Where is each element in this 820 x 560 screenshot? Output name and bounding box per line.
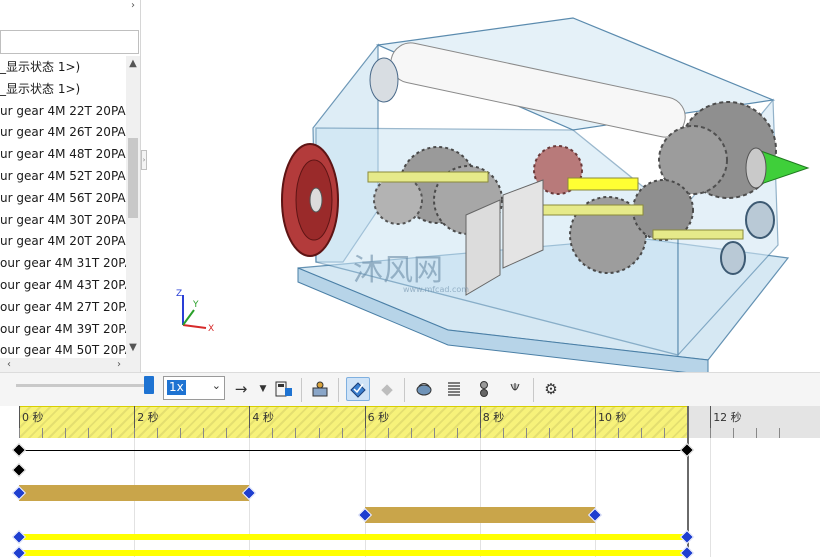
tree-item[interactable]: ur gear 4M 56T 20PA 3: <box>0 187 140 209</box>
play-from-start-icon[interactable]: → <box>231 379 251 399</box>
autokey-icon[interactable] <box>346 377 370 401</box>
ruler-minor-tick <box>203 428 205 438</box>
tree-item[interactable]: ur gear 4M 52T 20PA 5: <box>0 165 140 187</box>
motion-toolbar <box>0 372 820 406</box>
ruler-tick-label: 12 秒 <box>713 411 742 424</box>
ruler-tick-label: 10 秒 <box>598 411 627 424</box>
ruler-minor-tick <box>779 428 781 438</box>
watermark-url: www.mfcad.com <box>403 285 469 294</box>
tree-item[interactable]: ur gear 4M 48T 20PA 5( <box>0 143 140 165</box>
ruler-minor-tick <box>249 428 251 438</box>
tree-item[interactable]: _显示状态 1>) <box>0 78 80 100</box>
triad-y-label: Y <box>192 300 199 310</box>
ruler-minor-tick <box>664 428 666 438</box>
ruler-minor-tick <box>410 428 412 438</box>
ruler-minor-tick <box>364 428 366 438</box>
dropdown-arrow-icon[interactable]: ▼ <box>253 379 273 399</box>
motor-icon[interactable] <box>414 379 434 399</box>
gearbox-assembly-model[interactable]: 沐风网 www.mfcad.com Z X Y <box>148 0 820 372</box>
chevron-down-icon[interactable]: ⌄ <box>212 379 221 392</box>
ruler-tick-label: 0 秒 <box>22 411 44 424</box>
triad-x-label: X <box>208 324 214 334</box>
toolbar-separator <box>338 378 339 402</box>
ruler-minor-tick <box>595 428 596 438</box>
timeline-track-bar[interactable] <box>19 534 688 540</box>
tree-item[interactable]: ur gear 4M 26T 20PA 4( <box>0 121 140 143</box>
ruler-minor-tick <box>710 428 712 438</box>
ruler-minor-tick <box>88 428 90 438</box>
playback-speed-select[interactable]: 1x ⌄ <box>163 376 225 400</box>
results-and-plots-icon[interactable]: ⚙ <box>541 379 561 399</box>
tree-item[interactable]: ur gear 4M 30T 20PA 5( <box>0 209 140 231</box>
spring-icon[interactable] <box>444 379 464 399</box>
scroll-down-icon[interactable]: ▼ <box>126 342 140 353</box>
ruler-minor-tick <box>341 428 343 438</box>
ruler-minor-tick <box>525 428 527 438</box>
scroll-right-icon[interactable]: › <box>112 359 126 370</box>
timeline-ruler[interactable] <box>19 406 687 438</box>
playback-speed-slider[interactable] <box>16 384 148 387</box>
gravity-icon[interactable] <box>505 379 525 399</box>
chevron-right-icon[interactable]: › <box>126 0 140 11</box>
ruler-minor-tick <box>226 428 228 438</box>
ruler-minor-tick <box>618 428 620 438</box>
feature-tree-panel: › _显示状态 1>) _显示状态 1>) ur gear 4M 22T 20PA … <box>0 0 141 372</box>
contact-icon[interactable] <box>474 379 494 399</box>
reference-triad-icon: Z X Y <box>176 289 214 334</box>
ruler-tick-label: 8 秒 <box>482 411 505 424</box>
graphics-viewport[interactable]: 沐风网 www.mfcad.com Z X Y <box>148 0 820 372</box>
ruler-tick-label: 2 秒 <box>137 411 159 424</box>
tree-scroll-thumb[interactable] <box>128 138 138 218</box>
motion-study-properties-icon[interactable] <box>310 379 330 399</box>
ruler-tick-label: 4 秒 <box>252 411 274 424</box>
toolbar-separator <box>301 378 302 402</box>
ruler-minor-tick <box>479 428 481 438</box>
ruler-minor-tick <box>134 428 136 438</box>
save-animation-icon[interactable] <box>274 379 294 399</box>
tree-item[interactable]: _显示状态 1>) <box>0 56 80 78</box>
ruler-minor-tick <box>756 428 758 438</box>
scroll-left-icon[interactable]: ‹ <box>2 359 16 370</box>
tree-item[interactable]: ur gear 4M 20T 20PA 4: <box>0 230 140 252</box>
timeline-track-bar[interactable] <box>364 507 595 523</box>
timeline-gridline <box>710 438 712 557</box>
playback-speed-slider-thumb[interactable] <box>144 376 154 394</box>
ruler-minor-tick <box>456 428 458 438</box>
ruler-minor-tick <box>387 428 389 438</box>
ruler-minor-tick <box>111 428 113 438</box>
ruler-minor-tick <box>157 428 159 438</box>
ruler-minor-tick <box>548 428 550 438</box>
toolbar-separator <box>533 378 534 402</box>
ruler-minor-tick <box>433 428 435 438</box>
add-key-icon[interactable]: ◆ <box>377 379 397 399</box>
ruler-minor-tick <box>571 428 573 438</box>
ruler-minor-tick <box>19 428 20 438</box>
ruler-minor-tick <box>318 428 320 438</box>
ruler-minor-tick <box>733 428 735 438</box>
timeline-ruler-inactive <box>687 406 820 438</box>
ruler-minor-tick <box>272 428 274 438</box>
watermark-text: 沐风网 <box>353 253 443 288</box>
ruler-minor-tick <box>641 428 643 438</box>
ruler-minor-tick <box>502 428 504 438</box>
tree-item[interactable]: our gear 4M 27T 20PA · <box>0 296 140 318</box>
ruler-minor-tick <box>42 428 44 438</box>
timeline-track-bar[interactable] <box>19 550 688 556</box>
panel-splitter-handle[interactable]: › <box>141 150 147 170</box>
timeline-track-bar[interactable] <box>19 485 250 501</box>
toolbar-separator <box>404 378 405 402</box>
playback-speed-value: 1x <box>167 380 186 395</box>
triad-z-label: Z <box>176 289 182 299</box>
tree-item[interactable]: our gear 4M 39T 20PA ! <box>0 318 140 340</box>
tree-item[interactable]: our gear 4M 43T 20PA · <box>0 274 140 296</box>
scroll-up-icon[interactable]: ▲ <box>126 58 140 69</box>
tree-item[interactable]: ur gear 4M 22T 20PA 4( <box>0 100 140 122</box>
tree-item[interactable]: our gear 4M 31T 20PA ! <box>0 252 140 274</box>
timeline-track-bar[interactable] <box>19 449 688 451</box>
ruler-tick-label: 6 秒 <box>367 411 390 424</box>
tree-filter-input[interactable] <box>0 30 139 54</box>
ruler-minor-tick <box>180 428 182 438</box>
ruler-minor-tick <box>65 428 67 438</box>
ruler-minor-tick <box>295 428 297 438</box>
